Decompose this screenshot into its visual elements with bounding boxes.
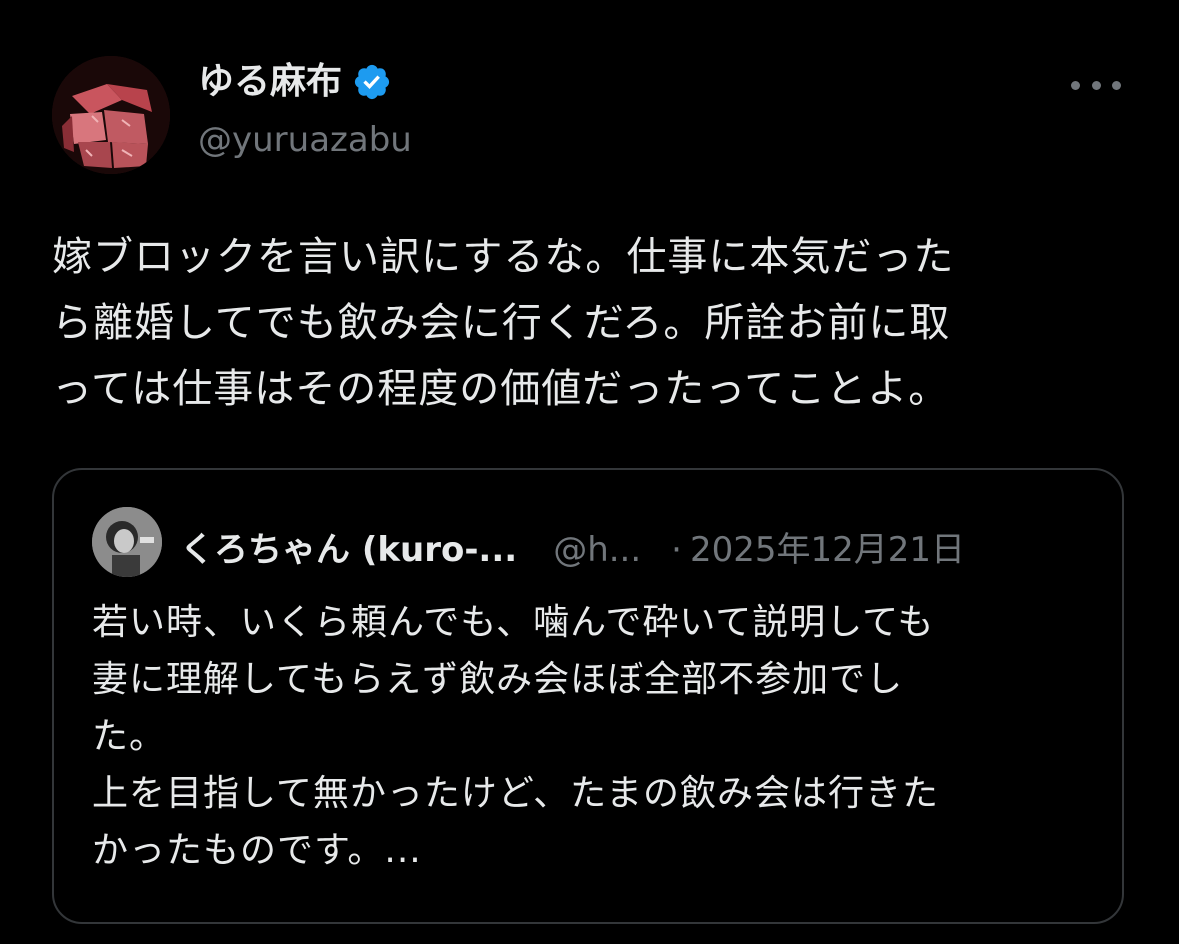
quoted-author-display-name[interactable]: くろちゃん (kuro-... [180,522,517,571]
more-dot [1091,80,1101,90]
author-name-row: ゆる麻布 [198,62,392,102]
quoted-tweet-text: 若い時、いくら頼んでも、噛んで砕いて説明しても 妻に理解してもらえず飲み会ほぼ全… [92,602,940,871]
quoted-date[interactable]: 2025年12月21日 [690,522,965,571]
tweet-text: 嫁ブロックを言い訳にするな。仕事に本気だった ら離婚してでも飲み会に行くだろ。所… [52,234,955,412]
author-avatar[interactable] [52,56,170,174]
author-display-name[interactable]: ゆる麻布 [198,64,342,100]
more-dots-icon [1071,80,1080,90]
quoted-author-handle[interactable]: @h... [553,530,641,570]
more-options-button[interactable] [1071,70,1121,100]
author-handle[interactable]: @yuruazabu [198,123,412,157]
quoted-author-avatar[interactable] [92,507,162,577]
meat-photo-avatar-icon [52,56,170,174]
header-separator: · [671,530,682,570]
verified-badge-icon[interactable] [352,62,392,102]
more-dot [1112,80,1121,90]
quoted-header: くろちゃん (kuro-... @h... · 2025年12月21日 [180,522,965,571]
person-photo-avatar-icon [92,507,162,577]
quoted-tweet-card[interactable]: くろちゃん (kuro-... @h... · 2025年12月21日 若い時、… [52,468,1124,924]
